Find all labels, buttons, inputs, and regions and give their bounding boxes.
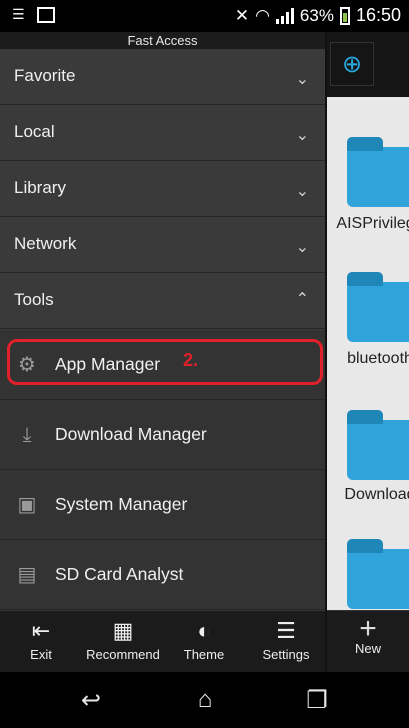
theme-button[interactable]: ◐ Theme [178,617,230,662]
chevron-down-icon: ⌄ [295,71,309,88]
tool-label: System Manager [55,494,188,514]
palette-icon: ◐ [197,618,211,643]
folder-icon[interactable] [347,410,409,480]
gift-icon: ▦ [112,618,134,643]
new-label: New [354,641,381,656]
home-icon[interactable]: ⌂ [180,686,230,714]
section-favorite[interactable]: Favorite ⌄ [0,49,325,105]
system-icon: ▣ [17,494,37,516]
settings-button[interactable]: ☰ Settings [256,617,316,662]
section-library[interactable]: Library ⌄ [0,161,325,217]
chevron-down-icon: ⌄ [295,183,309,200]
exit-button[interactable]: ⇤ Exit [16,617,66,662]
section-tools[interactable]: Tools ⌃ [0,273,325,329]
tool-label: SD Card Analyst [55,564,184,584]
section-network[interactable]: Network ⌄ [0,217,325,273]
highlight-box [7,339,323,385]
section-label: Local [14,122,55,141]
chevron-up-icon: ⌃ [295,291,309,308]
tool-label: Download Manager [55,424,207,444]
folder-icon[interactable] [347,539,409,609]
nfc-icon: ✕ [234,5,250,25]
wifi-icon: ◠ [255,5,270,25]
drawer-title: Fast Access [0,32,325,49]
exit-icon: ⇤ [31,618,51,643]
chevron-down-icon: ⌄ [295,239,309,256]
recommend-button[interactable]: ▦ Recommend [82,617,164,662]
section-label: Favorite [14,66,76,85]
network-view-icon[interactable]: ⊕ [330,42,374,86]
theme-label: Theme [183,647,225,662]
folder-name[interactable]: AISPrivilege [335,214,409,234]
chevron-down-icon: ⌄ [295,127,309,144]
folder-name[interactable]: Download [335,485,409,505]
signal-icon [275,7,294,24]
section-label: Tools [14,290,54,309]
recommend-label: Recommend [86,647,160,662]
drawer-bottom-bar: ⇤ Exit ▦ Recommend ◐ Theme ☰ Settings [0,610,325,672]
new-button[interactable]: + New [327,610,409,672]
section-label: Network [14,234,77,253]
status-bar: ☰ ✕ ◠ 63% 16:50 [0,0,409,32]
tool-sd-card-analyst[interactable]: ▤ SD Card Analyst [0,540,325,610]
battery-percent: 63% [299,5,334,25]
tool-download-manager[interactable]: ⤓ Download Manager [0,400,325,470]
section-label: Library [14,178,66,197]
sdcard-icon: ▤ [17,564,37,586]
tool-system-manager[interactable]: ▣ System Manager [0,470,325,540]
battery-icon [339,6,350,25]
download-icon: ⤓ [22,424,32,446]
gallery-icon [36,6,55,23]
settings-label: Settings [262,647,310,662]
fast-access-drawer: Fast Access Favorite ⌄ Local ⌄ Library ⌄… [0,32,327,672]
folder-icon[interactable] [347,272,409,342]
plus-icon: + [359,612,377,645]
folder-grid: AISPrivilege bluetooth Download libs [327,97,409,642]
folder-icon[interactable] [347,137,409,207]
folder-name[interactable]: bluetooth [335,349,409,369]
back-icon[interactable]: ↩ [66,686,116,715]
sliders-icon: ☰ [276,618,296,643]
section-local[interactable]: Local ⌄ [0,105,325,161]
exit-label: Exit [30,647,52,662]
recent-apps-icon[interactable]: ❐ [292,686,342,715]
clock: 16:50 [355,5,401,25]
notification-icon: ☰ [12,6,25,22]
tool-app-manager[interactable]: ⚙ App Manager 2. [0,330,325,400]
navigation-bar: ↩ ⌂ ❐ [0,672,409,728]
